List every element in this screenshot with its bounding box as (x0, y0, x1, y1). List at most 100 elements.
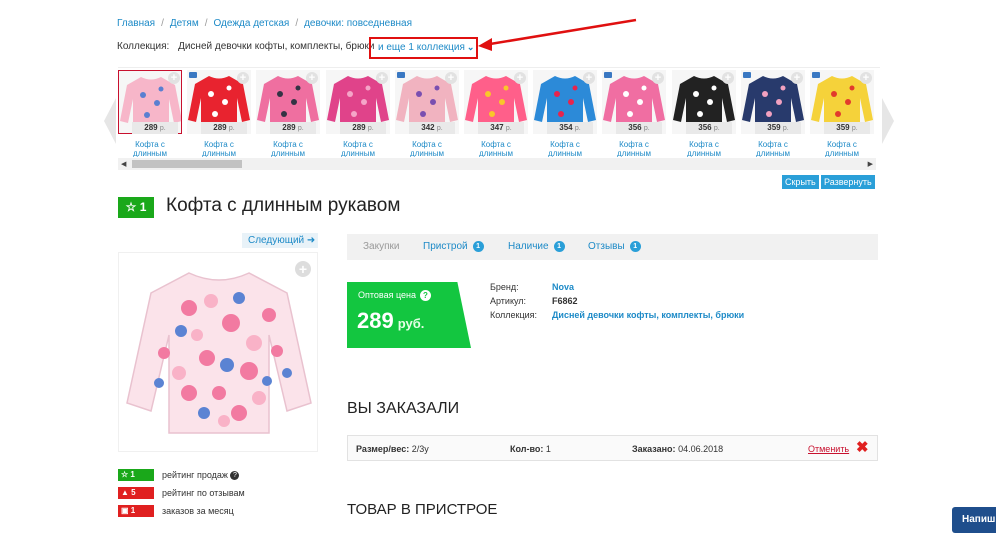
add-icon[interactable]: + (237, 72, 249, 84)
tab-label: Пристрой (423, 241, 468, 252)
label-icon (604, 72, 612, 78)
tab-otzyvy[interactable]: Отзывы 1 (588, 241, 641, 252)
thumb-caption[interactable]: Кофта с длинным (464, 140, 528, 157)
scroll-left-icon[interactable]: ◀ (121, 160, 126, 168)
stat-sales-rating: ☆ 1 рейтинг продаж ? (118, 469, 240, 482)
product-title: Кофта с длинным рукавом (166, 195, 401, 216)
product-tabs: Закупки Пристрой 1 Наличие 1 Отзывы 1 (347, 234, 878, 260)
thumb-currency: р. (851, 125, 858, 132)
label-icon (189, 72, 197, 78)
thumb-price: 289 (213, 123, 227, 132)
scroll-right-icon[interactable]: ▶ (868, 160, 873, 168)
basket-icon: ▣ (121, 506, 129, 515)
tab-zakupki[interactable]: Закупки (363, 241, 399, 252)
thumb-price: 359 (767, 123, 781, 132)
thumb-price: 356 (628, 123, 642, 132)
meta-collection: Коллекция: Дисней девочки кофты, комплек… (490, 310, 744, 320)
more-collections-link[interactable]: и еще 1 коллекция ⌄ (369, 37, 478, 59)
add-icon[interactable]: + (652, 72, 664, 84)
collection-line: Коллекция: Дисней девочки кофты, комплек… (117, 41, 374, 52)
expand-button[interactable]: Развернуть (821, 175, 875, 189)
thumb-price: 289 (282, 123, 296, 132)
stat-label: рейтинг по отзывам (162, 488, 245, 498)
carousel-prev-button[interactable] (104, 98, 116, 144)
add-icon[interactable]: + (514, 72, 526, 84)
help-icon[interactable]: ? (230, 470, 240, 480)
thumb-currency: р. (643, 125, 650, 132)
hide-button[interactable]: Скрыть (782, 175, 819, 189)
thumb-currency: р. (159, 125, 166, 132)
collection-name[interactable]: Дисней девочки кофты, комплекты, брюки (178, 41, 374, 52)
carousel-item[interactable]: +289 р. Кофта с длинным (326, 70, 390, 157)
scrollbar-thumb[interactable] (132, 160, 242, 168)
carousel-item[interactable]: +356 р. Кофта с длинным (602, 70, 666, 157)
thumb-caption[interactable]: Кофта с длинным (395, 140, 459, 157)
carousel-item[interactable]: +342 р. Кофта с длинным (395, 70, 459, 157)
qty-value: 1 (545, 444, 551, 454)
brand-link[interactable]: Nova (552, 282, 574, 292)
carousel-next-button[interactable] (882, 98, 894, 144)
ordered-heading: ВЫ ЗАКАЗАЛИ (347, 400, 460, 417)
close-icon[interactable]: ✖ (856, 440, 869, 455)
breadcrumb-item-girls[interactable]: девочки: повседневная (304, 18, 412, 29)
price-currency: руб. (397, 316, 425, 331)
carousel-item[interactable]: +359 р. Кофта с длинным (810, 70, 874, 157)
thumb-price: 354 (559, 123, 573, 132)
carousel-scrollbar[interactable]: ◀ ▶ (118, 158, 876, 170)
thumbs-up-icon: ▲ (121, 488, 129, 497)
next-product-link[interactable]: Следующий ➜ (242, 233, 318, 248)
meta-label: Артикул: (490, 296, 527, 306)
collection-link[interactable]: Дисней девочки кофты, комплекты, брюки (552, 310, 744, 320)
add-icon[interactable]: + (860, 72, 872, 84)
carousel-item[interactable]: +289 р. Кофта с длинным (256, 70, 320, 157)
add-icon[interactable]: + (376, 72, 388, 84)
thumb-caption[interactable]: Кофта с длинным (672, 140, 736, 157)
qty-label: Кол-во: (510, 444, 544, 454)
add-icon[interactable]: + (306, 72, 318, 84)
carousel-item[interactable]: +359 р. Кофта с длинным (741, 70, 805, 157)
title-badge-value: 1 (139, 200, 147, 214)
thumb-caption[interactable]: Кофта с длинным (326, 140, 390, 157)
thumb-currency: р. (505, 125, 512, 132)
carousel-item[interactable]: +289 р. Кофта с длинным (187, 70, 251, 157)
add-icon[interactable]: + (445, 72, 457, 84)
cancel-order-link[interactable]: Отменить (808, 444, 849, 454)
add-icon[interactable]: + (583, 72, 595, 84)
thumb-caption[interactable]: Кофта с длинным (533, 140, 597, 157)
tab-count-badge: 1 (629, 241, 641, 252)
tab-label: Закупки (363, 241, 400, 252)
add-icon[interactable]: + (722, 72, 734, 84)
add-to-wishlist-icon[interactable]: + (295, 261, 311, 277)
product-image[interactable]: + (118, 252, 318, 452)
thumb-currency: р. (367, 125, 374, 132)
thumb-caption[interactable]: Кофта с длинным (256, 140, 320, 157)
breadcrumb-item-home[interactable]: Главная (117, 18, 155, 29)
carousel-item[interactable]: +356 р. Кофта с длинным (672, 70, 736, 157)
thumb-caption[interactable]: Кофта с длинным (187, 140, 251, 157)
thumb-currency: р. (782, 125, 789, 132)
wholesale-price-box: Оптовая цена? 289 руб. (347, 282, 471, 348)
carousel-item[interactable]: +354 р. Кофта с длинным (533, 70, 597, 157)
tab-count-badge: 1 (472, 241, 484, 252)
thumb-caption[interactable]: Кофта с длинным (741, 140, 805, 157)
breadcrumb-item-kids[interactable]: Детям (170, 18, 199, 29)
thumb-price: 347 (490, 123, 504, 132)
breadcrumb-item-clothes[interactable]: Одежда детская (214, 18, 290, 29)
carousel-item[interactable]: +347 р. Кофта с длинным (464, 70, 528, 157)
thumb-caption[interactable]: Кофта с длинным (118, 140, 182, 157)
thumb-price: 342 (421, 123, 435, 132)
date-value: 04.06.2018 (678, 444, 724, 454)
tab-label: Наличие (508, 241, 549, 252)
chat-button[interactable]: Напиш (952, 507, 996, 533)
tab-nalichie[interactable]: Наличие 1 (508, 241, 565, 252)
add-icon[interactable]: + (791, 72, 803, 84)
tab-pristroy[interactable]: Пристрой 1 (423, 241, 484, 252)
stat-monthly-orders: ▣ 1 заказов за месяц (118, 505, 234, 518)
carousel-track: +289 р. Кофта с длинным +289 р. Кофта с дли… (118, 67, 880, 157)
carousel-item[interactable]: +289 р. Кофта с длинным (118, 70, 182, 157)
add-icon[interactable]: + (168, 72, 180, 84)
thumb-caption[interactable]: Кофта с длинным (602, 140, 666, 157)
thumb-caption[interactable]: Кофта с длинным (810, 140, 874, 157)
more-collections-label: и еще 1 коллекция (378, 42, 465, 53)
help-icon[interactable]: ? (420, 290, 431, 301)
